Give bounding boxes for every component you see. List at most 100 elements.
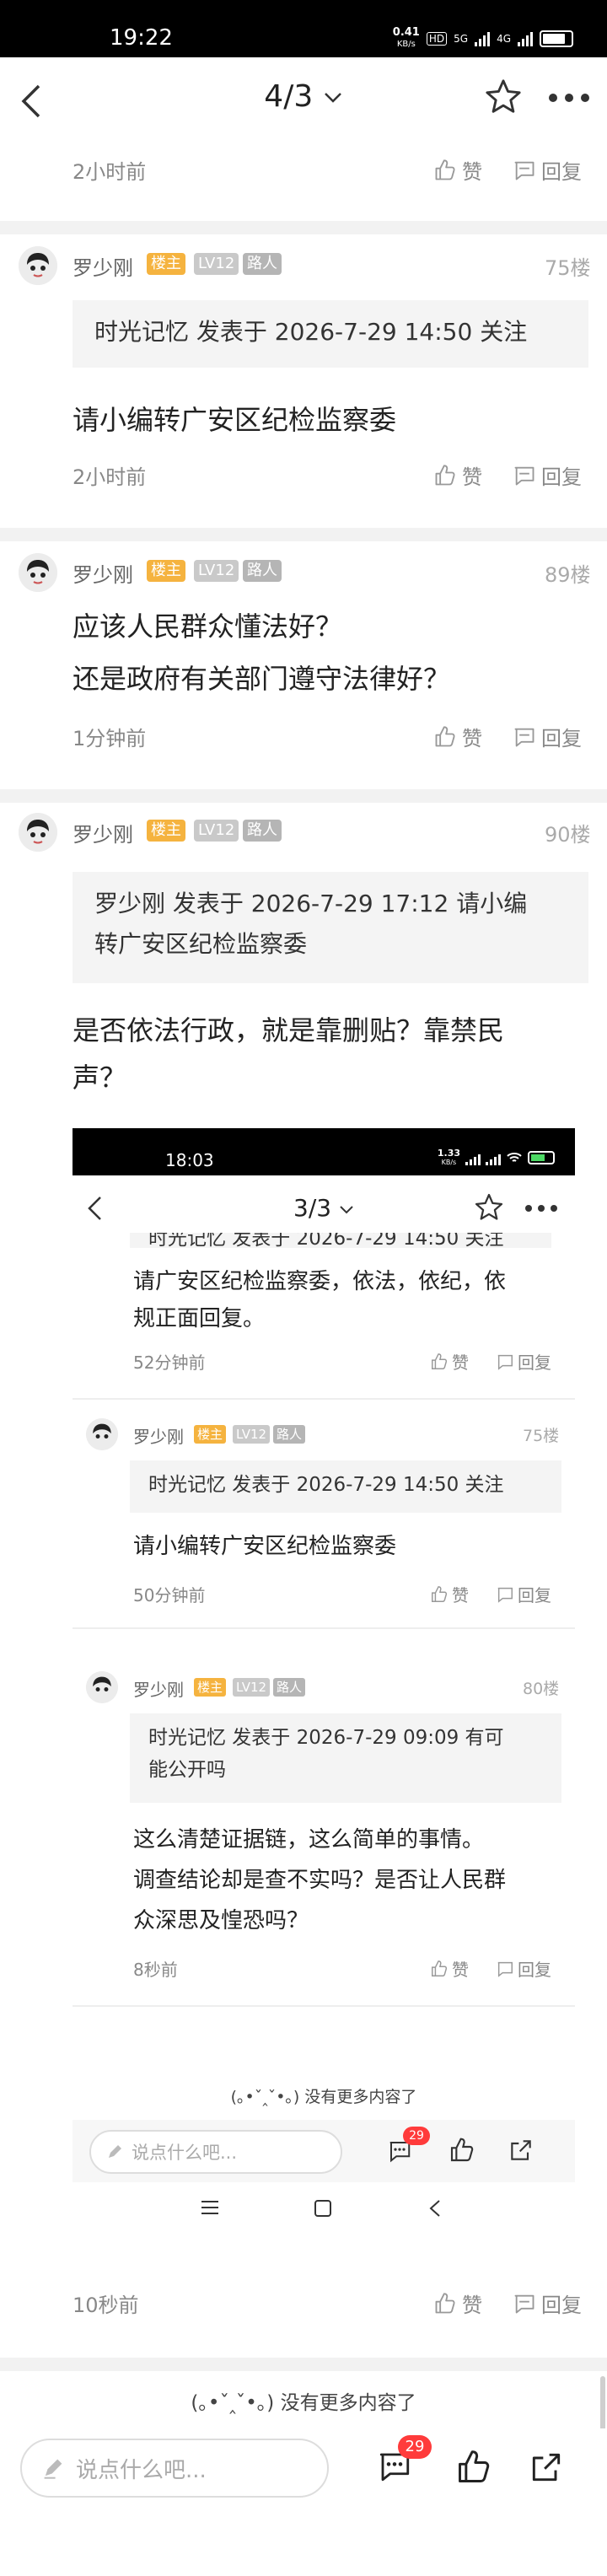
shot-comment-time: 8秒前: [133, 1960, 178, 1980]
shot-share-icon: [511, 2140, 531, 2160]
author-badge: 楼主: [147, 560, 185, 582]
thumb-up-icon: [435, 464, 455, 485]
quote-box[interactable]: 时光记忆 发表于 2026-7-29 14:50 关注: [73, 300, 588, 368]
page-indicator-label: 4/3: [264, 79, 314, 114]
avatar[interactable]: [19, 553, 57, 592]
shot-cut-quote: 时光记忆 发表于 2026-7-29 14:50 关注: [130, 1233, 551, 1248]
role-badge: 路人: [243, 820, 282, 842]
shot-signal-icon: [465, 1150, 481, 1165]
shot-comment-time: 50分钟前: [133, 1585, 206, 1605]
shot-author-badge: 楼主: [194, 1425, 227, 1444]
signal-icon: [475, 31, 491, 46]
floor-number: 90楼: [545, 823, 591, 847]
reply-button[interactable]: 回复: [513, 2288, 582, 2318]
shot-comment-icon: [497, 1961, 513, 1977]
chevron-down-icon: [324, 93, 341, 103]
divider: [0, 528, 607, 541]
comment-icon: [514, 2294, 534, 2313]
quote-line: 罗少刚 发表于 2026-7-29 17:12 请小编: [94, 890, 528, 917]
shot-system-nav: [73, 2182, 575, 2236]
comment-count-badge: 29: [398, 2435, 432, 2459]
comment-text: 是否依法行政，就是靠删贴？靠禁民 声？: [73, 1007, 504, 1101]
share-icon[interactable]: [528, 2449, 565, 2486]
like-label: 赞: [462, 465, 482, 489]
shot-avatar: [86, 1671, 118, 1703]
shot-wifi-icon: [507, 1153, 522, 1162]
shot-floor: 75楼: [523, 1427, 560, 1445]
shot-author-badge: 楼主: [194, 1678, 227, 1697]
reply-label: 回复: [541, 160, 582, 184]
star-icon[interactable]: [484, 78, 523, 116]
comment-time: 1分钟前: [73, 727, 147, 750]
shot-reply: 回复: [496, 1956, 551, 1981]
shot-thumb-up-icon: [432, 1585, 448, 1602]
shot-chevron-down-icon: [340, 1206, 353, 1214]
shot-pen-icon: [109, 2145, 121, 2158]
quote-box[interactable]: 罗少刚 发表于 2026-7-29 17:12 请小编 转广安区纪检监察委: [73, 872, 588, 983]
author-badge: 楼主: [147, 253, 185, 275]
avatar-face-icon: [19, 246, 57, 285]
like-button[interactable]: 赞: [433, 722, 482, 751]
top-nav: 4/3: [0, 57, 607, 145]
comment-text: 请小编转广安区纪检监察委: [73, 398, 396, 442]
shot-username: 罗少刚: [133, 1680, 184, 1700]
thumb-up-icon: [435, 2292, 455, 2313]
shot-status-icons: 1.33 KB/s: [438, 1148, 556, 1167]
thumb-up-icon: [435, 159, 455, 180]
comment-time: 10秒前: [73, 2294, 139, 2317]
shot-reply: 回复: [496, 1582, 551, 1606]
shot-like: 赞: [430, 1582, 469, 1606]
avatar-face-icon: [19, 813, 57, 852]
thumb-up-icon: [435, 725, 455, 746]
shot-avatar: [86, 1418, 118, 1450]
username[interactable]: 罗少刚: [73, 818, 133, 847]
end-of-content-text: (｡•ˇ‸ˇ•｡) 没有更多内容了: [191, 2392, 416, 2414]
comment-icon: [514, 728, 534, 746]
shot-bottom-bar: 说点什么吧... 29: [73, 2120, 575, 2182]
floor-number: 89楼: [545, 563, 591, 587]
shot-home-icon: [314, 2200, 331, 2217]
hd-icon: HD: [426, 32, 448, 46]
comment-icon: [514, 161, 534, 180]
reply-button[interactable]: 回复: [513, 155, 582, 185]
like-button[interactable]: 赞: [433, 460, 482, 490]
shot-role-badge: 路人: [273, 1678, 306, 1697]
shot-cut-quote-text: 时光记忆 发表于 2026-7-29 14:50 关注: [130, 1233, 551, 1248]
comment-input[interactable]: 说点什么吧...: [20, 2439, 329, 2498]
shot-menu-icon: [201, 2201, 218, 2214]
role-badge: 路人: [243, 253, 282, 275]
shot-thumb-up-icon: [432, 1353, 448, 1369]
avatar[interactable]: [19, 813, 57, 852]
shot-comment-text: 这么清楚证据链，这么简单的事情。 调查结论却是查不实吗？是否让人民群 众深思及惶…: [133, 1827, 507, 1933]
level-badge: LV12: [194, 560, 239, 582]
level-badge: LV12: [194, 253, 239, 275]
shot-quote: 时光记忆 发表于 2026-7-29 14:50 关注: [130, 1460, 561, 1513]
status-bar: 19:22 0.41 KB/s HD 5G 4G: [0, 0, 607, 57]
floor-number: 75楼: [545, 256, 591, 280]
shot-reply: 回复: [496, 1349, 551, 1374]
reply-label: 回复: [541, 2294, 582, 2317]
comment-icon: [514, 466, 534, 485]
embedded-screenshot[interactable]: 18:03 1.33 KB/s 3/3 时光记忆 发表于 2026-7-29 1…: [73, 1128, 575, 2236]
shot-comment-icon: [497, 1354, 513, 1370]
like-button[interactable]: 赞: [433, 2288, 482, 2318]
like-button[interactable]: 赞: [433, 155, 482, 185]
shot-back-icon: [429, 2200, 440, 2217]
username[interactable]: 罗少刚: [73, 251, 133, 281]
bottom-bar: 说点什么吧... 29: [0, 2428, 607, 2509]
more-icon[interactable]: [548, 93, 590, 103]
shot-like: 赞: [430, 1349, 469, 1374]
shot-end-text: (｡•ˇ‸ˇ•｡) 没有更多内容了: [230, 2088, 417, 2106]
thumb-up-icon[interactable]: [455, 2449, 492, 2486]
reply-button[interactable]: 回复: [513, 722, 582, 751]
reply-button[interactable]: 回复: [513, 460, 582, 490]
comment-line: 声？: [73, 1062, 127, 1094]
status-time: 19:22: [110, 25, 173, 51]
quote-text: 时光记忆 发表于 2026-7-29 14:50 关注: [94, 318, 528, 346]
avatar[interactable]: [19, 246, 57, 285]
like-label: 赞: [462, 2294, 482, 2317]
comment-line: 还是政府有关部门遵守法律好？: [73, 663, 451, 695]
username[interactable]: 罗少刚: [73, 558, 133, 588]
shot-like: 赞: [430, 1956, 469, 1981]
comment-line: 请小编转广安区纪检监察委: [73, 404, 397, 436]
